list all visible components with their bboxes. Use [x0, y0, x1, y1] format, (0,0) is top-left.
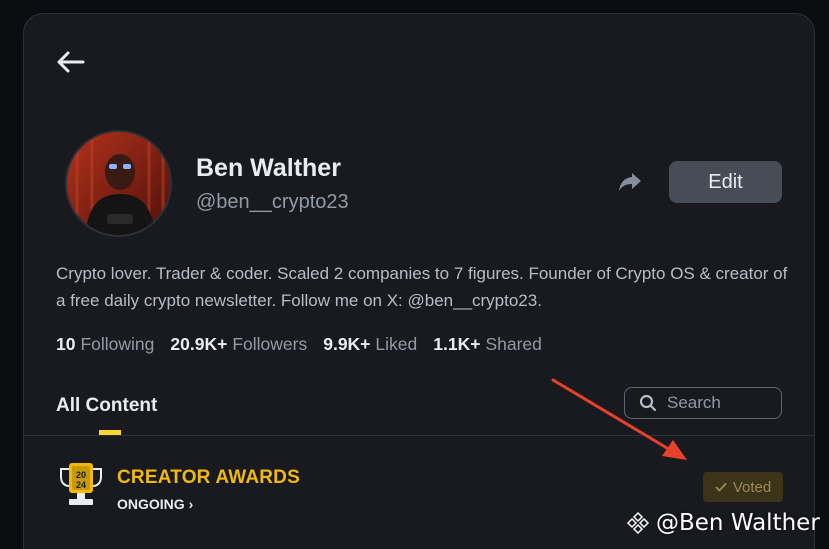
stat-value: 9.9K+ — [323, 334, 371, 354]
profile-handle: @ben__crypto23 — [196, 191, 349, 213]
divider — [24, 435, 814, 436]
profile-card: Ben Walther @ben__crypto23 Edit Crypto l… — [23, 13, 815, 549]
stat-followers[interactable]: 20.9K+ Followers — [170, 334, 307, 355]
watermark-text: @Ben Walther — [656, 510, 820, 536]
stat-liked: 9.9K+ Liked — [323, 334, 417, 355]
stat-shared: 1.1K+ Shared — [433, 334, 542, 355]
chevron-right-icon: › — [188, 496, 194, 512]
stat-label: Liked — [375, 334, 418, 354]
search-placeholder: Search — [667, 393, 721, 412]
stat-value: 20.9K+ — [170, 334, 228, 354]
trophy-icon: 20 24 — [60, 463, 102, 505]
binance-diamond-icon — [626, 511, 650, 535]
page: Ben Walther @ben__crypto23 Edit Crypto l… — [0, 0, 829, 549]
award-title[interactable]: CREATOR AWARDS — [117, 467, 300, 489]
profile-stats: 10 Following 20.9K+ Followers 9.9K+ Liked 1… — [56, 334, 542, 355]
voted-label: Voted — [732, 478, 772, 496]
share-arrow-icon[interactable] — [617, 170, 643, 194]
stat-value: 1.1K+ — [433, 334, 481, 354]
watermark: @Ben Walther — [626, 510, 820, 536]
stat-following[interactable]: 10 Following — [56, 334, 154, 355]
stat-label: Followers — [232, 334, 308, 354]
back-arrow-icon[interactable] — [55, 49, 85, 75]
checkmark-icon — [715, 482, 727, 492]
award-status-label: ONGOING — [117, 496, 185, 512]
stat-value: 10 — [56, 334, 76, 354]
award-status-link[interactable]: ONGOING › — [117, 496, 193, 512]
voted-badge: Voted — [703, 472, 783, 502]
avatar[interactable] — [65, 130, 172, 237]
stat-label: Shared — [485, 334, 542, 354]
profile-name: Ben Walther — [196, 154, 341, 182]
avatar-image — [67, 132, 170, 235]
edit-button[interactable]: Edit — [669, 161, 782, 203]
stat-label: Following — [80, 334, 155, 354]
search-input[interactable]: Search — [624, 387, 782, 419]
tab-all-content[interactable]: All Content — [56, 395, 157, 417]
search-icon — [639, 394, 657, 412]
profile-bio: Crypto lover. Trader & coder. Scaled 2 c… — [56, 264, 788, 310]
trophy-year-top: 20 — [76, 470, 86, 480]
trophy-year-bottom: 24 — [76, 480, 86, 490]
